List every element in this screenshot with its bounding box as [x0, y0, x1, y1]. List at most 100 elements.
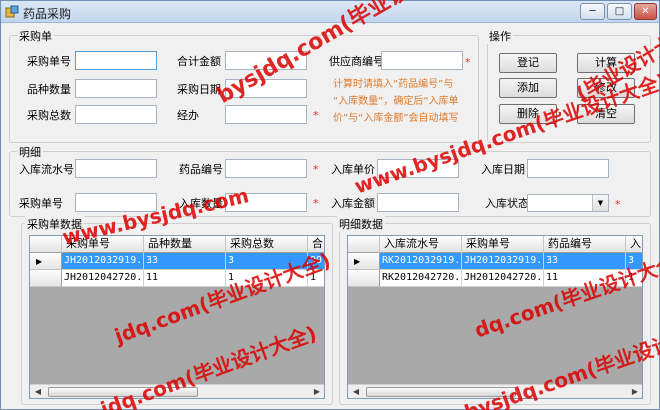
detail-col-header[interactable]: 药品编号 — [544, 236, 626, 253]
supplier-no-label: 供应商编号 — [329, 55, 384, 68]
horizontal-scrollbar[interactable]: ◀ ▶ — [348, 384, 642, 398]
in-amount-input[interactable] — [377, 193, 459, 212]
table-row[interactable]: ▶ RK2012032919... JH2012032919... 33 3 — [348, 253, 642, 270]
minimize-icon: ─ — [589, 6, 596, 17]
app-icon — [5, 5, 19, 18]
row-header[interactable] — [30, 270, 62, 287]
detail-group-label: 明细 — [17, 144, 43, 160]
total-amount-input[interactable] — [225, 51, 307, 70]
operations-group-label: 操作 — [487, 28, 513, 44]
window-title: 药品采购 — [23, 7, 72, 21]
handler-input[interactable] — [225, 105, 307, 124]
row-header[interactable] — [348, 270, 380, 287]
table-cell[interactable]: 3 — [626, 253, 642, 270]
title-bar[interactable]: 药品采购 ─ □ ✕ — [1, 1, 659, 23]
in-date-label: 入库日期 — [481, 163, 525, 176]
order-data-grid[interactable]: 采购单号 品种数量 采购总数 合 ▶ JH2012032919... 33 3 … — [29, 235, 325, 399]
row-header[interactable]: ▶ — [30, 253, 62, 270]
in-qty-input[interactable] — [225, 193, 307, 212]
table-cell[interactable]: 33 — [544, 253, 626, 270]
purchase-group-label: 采购单 — [17, 28, 54, 44]
maximize-button[interactable]: □ — [607, 3, 632, 20]
table-cell[interactable]: 11 — [144, 270, 226, 287]
table-cell[interactable]: 11 — [544, 270, 626, 287]
supplier-no-input[interactable] — [381, 51, 463, 70]
order-col-header[interactable]: 采购单号 — [62, 236, 144, 253]
handler-label: 经办 — [177, 109, 199, 122]
in-status-select[interactable]: ▼ — [527, 194, 609, 212]
detail-col-header[interactable]: 入 — [626, 236, 642, 253]
close-icon: ✕ — [641, 6, 650, 17]
table-cell[interactable]: JH2012032919... — [62, 253, 144, 270]
variety-count-input[interactable] — [75, 79, 157, 98]
detail-grid-corner — [348, 236, 380, 253]
table-cell[interactable]: JH2012042720... — [462, 270, 544, 287]
table-cell[interactable]: JH2012032919... — [462, 253, 544, 270]
table-row[interactable]: RK2012042720... JH2012042720... 11 1 — [348, 270, 642, 287]
add-button[interactable]: 添加 — [499, 78, 557, 98]
unit-price-input[interactable] — [377, 159, 459, 178]
in-date-input[interactable] — [527, 159, 609, 178]
row-pointer-icon: ▶ — [354, 257, 361, 266]
table-cell[interactable]: 1 — [226, 270, 308, 287]
table-cell[interactable]: 99 — [308, 253, 324, 270]
order-col-header[interactable]: 品种数量 — [144, 236, 226, 253]
calc-hint-text: 计算时请填入“药品编号”与 “入库数量”，确定后“入库单 价”与“入库金额”会自… — [333, 79, 459, 124]
maximize-icon: □ — [614, 6, 625, 17]
order-data-group-label: 采购单数据 — [25, 216, 84, 232]
calculate-button[interactable]: 计算 — [577, 53, 635, 73]
table-row[interactable]: JH2012042720... 11 1 1 — [30, 270, 324, 287]
clear-button[interactable]: 清空 — [577, 104, 635, 124]
detail-order-no-input[interactable] — [75, 193, 157, 212]
detail-col-header[interactable]: 入库流水号 — [380, 236, 462, 253]
modify-button[interactable]: 修改 — [577, 78, 635, 98]
total-count-input[interactable] — [75, 105, 157, 124]
order-no-input[interactable] — [75, 51, 157, 70]
scroll-right-icon[interactable]: ▶ — [310, 386, 324, 398]
register-button[interactable]: 登记 — [499, 53, 557, 73]
table-cell[interactable]: RK2012032919... — [380, 253, 462, 270]
in-status-label: 入库状态 — [485, 197, 529, 210]
horizontal-scrollbar[interactable]: ◀ ▶ — [30, 384, 324, 398]
total-count-label: 采购总数 — [27, 109, 71, 122]
order-date-input[interactable] — [225, 79, 307, 98]
table-cell[interactable]: 33 — [144, 253, 226, 270]
scroll-right-icon[interactable]: ▶ — [628, 386, 642, 398]
scrollbar-thumb[interactable] — [366, 387, 516, 397]
in-qty-label: 入库数量 — [179, 197, 223, 210]
row-pointer-icon: ▶ — [36, 257, 43, 266]
drug-no-input[interactable] — [225, 159, 307, 178]
handler-required-mark: * — [313, 109, 319, 122]
supplier-required-mark: * — [465, 56, 471, 69]
order-col-header[interactable]: 合 — [308, 236, 324, 253]
unit-price-label: 入库单价 — [331, 163, 375, 176]
order-no-label: 采购单号 — [27, 55, 71, 68]
total-amount-label: 合计金额 — [177, 55, 221, 68]
drug-no-required-mark: * — [313, 163, 319, 176]
scroll-left-icon[interactable]: ◀ — [31, 386, 45, 398]
detail-grid-header: 入库流水号 采购单号 药品编号 入 — [348, 236, 642, 253]
scrollbar-thumb[interactable] — [48, 387, 198, 397]
table-cell[interactable]: JH2012042720... — [62, 270, 144, 287]
order-col-header[interactable]: 采购总数 — [226, 236, 308, 253]
table-cell[interactable]: RK2012042720... — [380, 270, 462, 287]
in-amount-label: 入库金额 — [331, 197, 375, 210]
app-window: 药品采购 ─ □ ✕ 采购单 采购单号 合计金额 供应商编号 * 品种数量 采购… — [0, 0, 660, 410]
detail-col-header[interactable]: 采购单号 — [462, 236, 544, 253]
table-cell[interactable]: 1 — [308, 270, 324, 287]
scroll-left-icon[interactable]: ◀ — [349, 386, 363, 398]
chevron-down-icon[interactable]: ▼ — [592, 195, 608, 211]
minimize-button[interactable]: ─ — [580, 3, 605, 20]
table-row[interactable]: ▶ JH2012032919... 33 3 99 — [30, 253, 324, 270]
in-serial-input[interactable] — [75, 159, 157, 178]
close-button[interactable]: ✕ — [634, 3, 657, 20]
order-grid-corner — [30, 236, 62, 253]
table-cell[interactable]: 3 — [226, 253, 308, 270]
row-header[interactable]: ▶ — [348, 253, 380, 270]
table-cell[interactable]: 1 — [626, 270, 642, 287]
order-grid-header: 采购单号 品种数量 采购总数 合 — [30, 236, 324, 253]
detail-data-grid[interactable]: 入库流水号 采购单号 药品编号 入 ▶ RK2012032919... JH20… — [347, 235, 643, 399]
in-qty-required-mark: * — [313, 197, 319, 210]
delete-button[interactable]: 删除 — [499, 104, 557, 124]
form-content: 采购单 采购单号 合计金额 供应商编号 * 品种数量 采购日期 采购总数 经办 … — [1, 23, 659, 409]
